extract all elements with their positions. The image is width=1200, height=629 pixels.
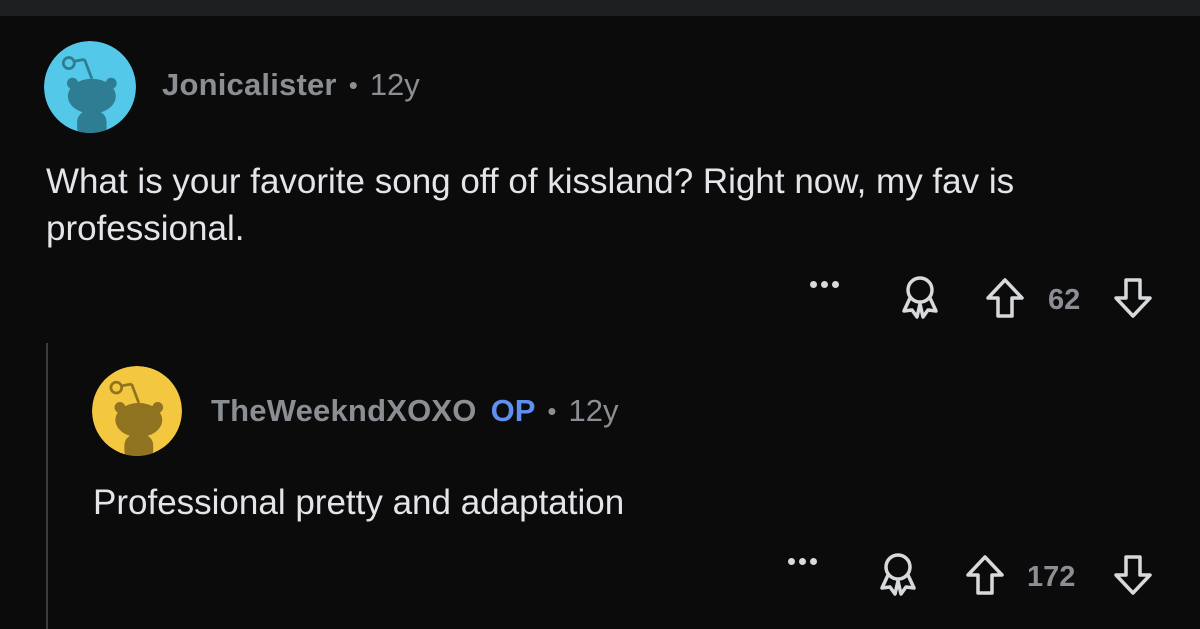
username-link[interactable]: Jonicalister [162,67,337,103]
comment-meta: TheWeekndXOXO OP • 12y [211,393,618,429]
meta-separator: • [547,395,557,426]
comment-body: What is your favorite song off of kissla… [46,162,1015,248]
top-bar [0,0,1200,16]
award-icon[interactable] [898,273,942,321]
avatar[interactable] [92,366,182,456]
thread-line[interactable] [46,343,48,629]
meta-separator: • [348,69,358,100]
more-options-icon[interactable] [810,281,839,288]
vote-score: 172 [1027,561,1076,593]
comment-age: 12y [369,67,420,102]
upvote-arrow-icon[interactable] [985,277,1025,319]
comment-age: 12y [568,393,619,428]
snoo-avatar-icon [44,41,136,133]
avatar[interactable] [44,41,136,133]
comment-body: Professional pretty and adaptation [93,483,625,522]
comment-meta: Jonicalister • 12y [162,67,420,103]
username-link[interactable]: TheWeekndXOXO [211,393,477,429]
downvote-arrow-icon[interactable] [1113,277,1153,319]
downvote-arrow-icon[interactable] [1113,554,1153,596]
op-badge: OP [490,393,536,428]
vote-score: 62 [1048,284,1081,316]
more-options-icon[interactable] [788,558,817,565]
award-icon[interactable] [876,550,920,598]
upvote-arrow-icon[interactable] [965,554,1005,596]
snoo-avatar-icon [92,366,182,456]
